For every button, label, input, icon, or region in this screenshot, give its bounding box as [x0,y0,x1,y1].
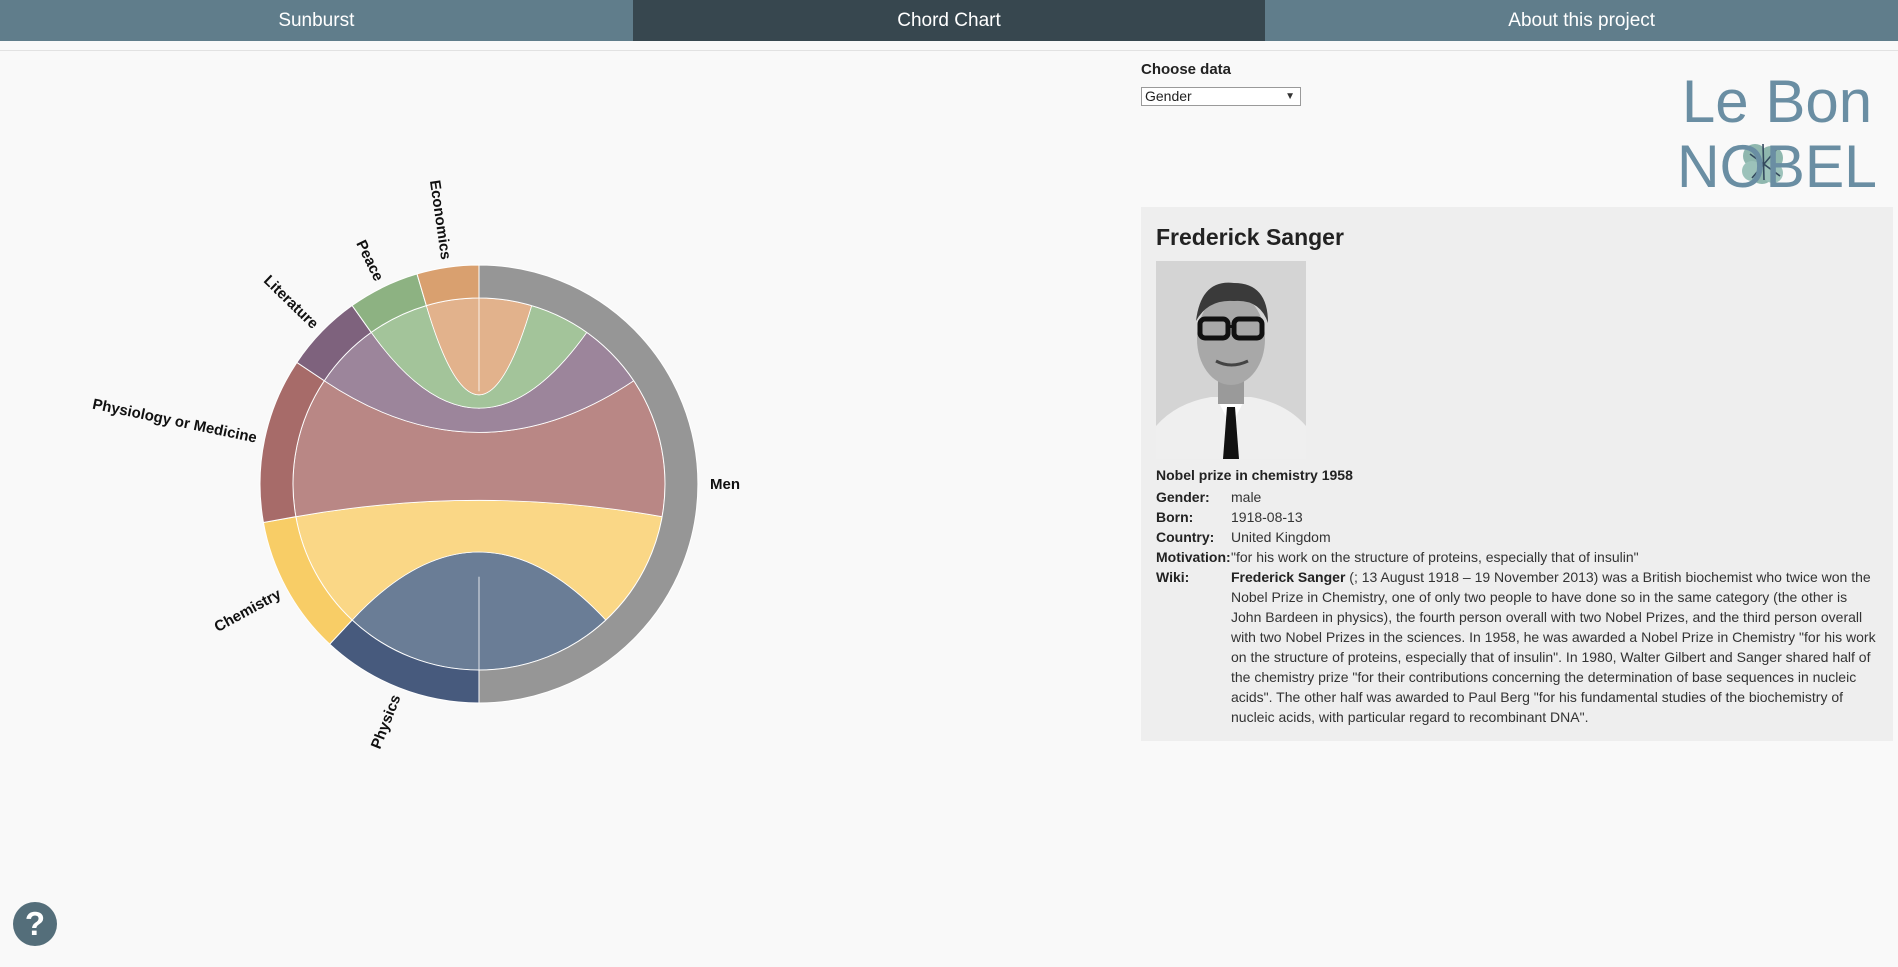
wiki-text: (; 13 August 1918 – 19 November 2013) wa… [1231,569,1876,725]
gender-value: male [1231,489,1262,505]
chord-label-physiology-or-medicine: Physiology or Medicine [91,396,258,447]
gender-label: Gender: [1156,489,1210,505]
chord-label-men: Men [710,476,740,493]
help-icon: ? [24,905,46,942]
top-nav: Sunburst Chord Chart About this project [0,0,1898,41]
prize-line: Nobel prize in chemistry 1958 [1156,467,1353,483]
country-value: United Kingdom [1231,529,1331,545]
gender-row: Gender: male [1156,487,1878,507]
chord-label-physics: Physics [368,692,405,751]
motivation-label: Motivation: [1156,549,1231,565]
tab-about-project[interactable]: About this project [1265,0,1898,41]
chord-ribbons [292,297,666,671]
help-button[interactable]: ? [13,902,57,946]
chord-chart: Men Physics Chemistry Physiology or Medicin… [91,179,740,751]
wiki-row: Wiki: Frederick Sanger (; 13 August 1918… [1156,567,1878,727]
choose-data-select[interactable]: Gender ▼ [1141,87,1301,106]
choose-data-value: Gender [1145,88,1192,104]
born-value: 1918-08-13 [1231,509,1303,525]
chord-label-literature: Literature [260,272,321,332]
country-label: Country: [1156,529,1215,545]
tab-sunburst[interactable]: Sunburst [0,0,633,41]
laureate-portrait [1156,261,1306,459]
motivation-value: "for his work on the structure of protei… [1231,549,1639,565]
born-label: Born: [1156,509,1194,525]
wiki-value: Frederick Sanger (; 13 August 1918 – 19 … [1231,567,1878,727]
motivation-row: Motivation: "for his work on the structu… [1156,547,1878,567]
chord-label-chemistry: Chemistry [211,585,284,635]
chord-label-peace: Peace [352,237,386,283]
chord-label-economics: Economics [426,179,454,261]
country-row: Country: United Kingdom [1156,527,1878,547]
logo-line1: Le Bon [1682,72,1872,135]
logo-line2: NOBEL [1677,133,1877,197]
le-bon-nobel-logo: Le Bon NOBEL [1677,72,1877,197]
dropdown-arrow-icon: ▼ [1285,91,1295,102]
laureate-info-panel: Frederick Sanger Nobel prize in chemistr… [1141,207,1893,741]
tab-chord-chart[interactable]: Chord Chart [632,0,1266,41]
nav-divider [0,50,1898,51]
born-row: Born: 1918-08-13 [1156,507,1878,527]
wiki-label: Wiki: [1156,569,1190,585]
choose-data-label: Choose data [1141,61,1232,78]
wiki-name: Frederick Sanger [1231,569,1346,585]
laureate-name: Frederick Sanger [1156,224,1344,250]
